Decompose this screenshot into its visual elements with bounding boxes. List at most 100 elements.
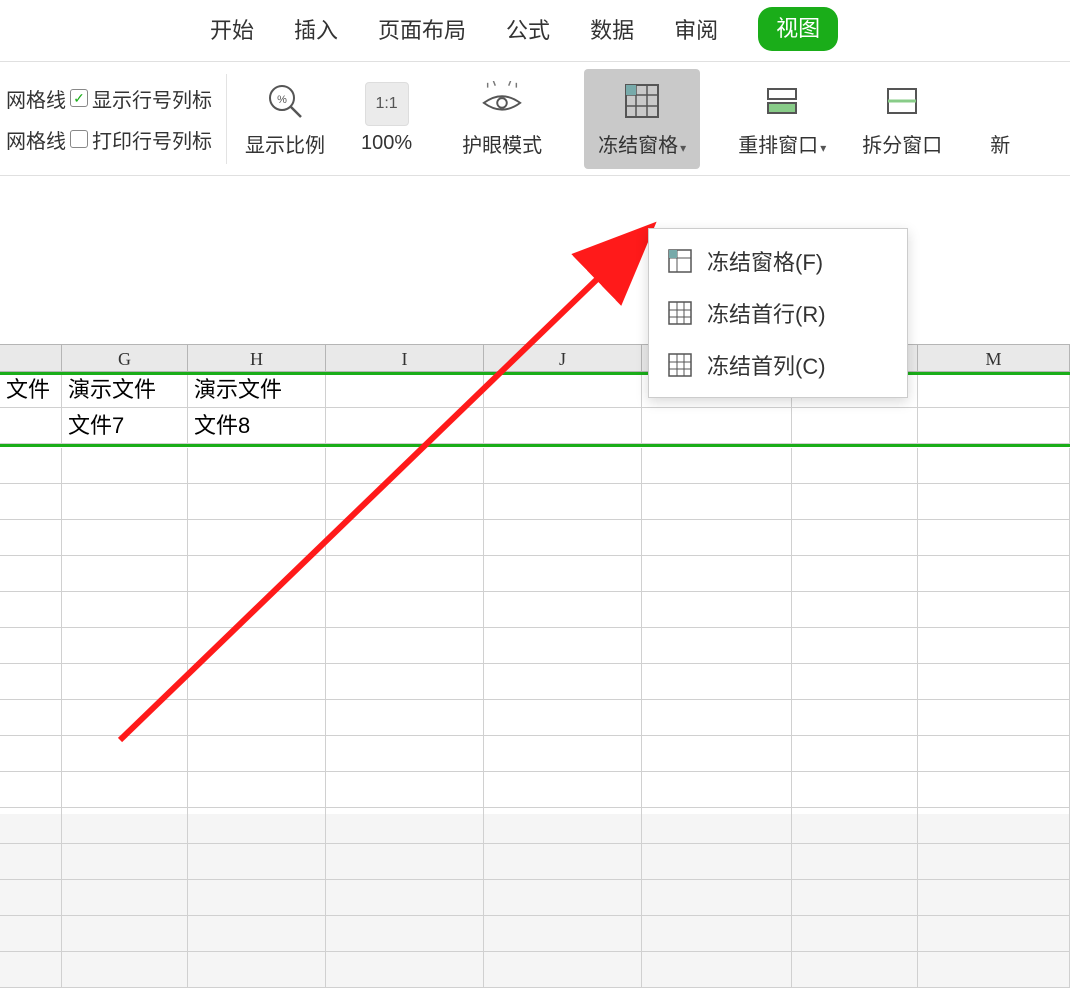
empty-cell[interactable]	[188, 736, 326, 772]
empty-cell[interactable]	[188, 844, 326, 880]
empty-cell[interactable]	[792, 916, 918, 952]
empty-cell[interactable]	[62, 664, 188, 700]
empty-cell[interactable]	[642, 484, 792, 520]
empty-cell[interactable]	[188, 808, 326, 844]
empty-cell[interactable]	[188, 592, 326, 628]
empty-cell[interactable]	[0, 628, 62, 664]
col-header-m[interactable]: M	[918, 345, 1070, 371]
empty-cell[interactable]	[642, 592, 792, 628]
empty-cell[interactable]	[792, 556, 918, 592]
empty-cell[interactable]	[0, 664, 62, 700]
empty-cell[interactable]	[62, 844, 188, 880]
cell-h1[interactable]: 演示文件	[188, 372, 326, 408]
rearrange-window-button[interactable]: 重排窗口▾	[724, 69, 840, 169]
empty-cell[interactable]	[918, 808, 1070, 844]
empty-cell[interactable]	[188, 448, 326, 484]
tab-layout[interactable]: 页面布局	[378, 7, 466, 51]
empty-cell[interactable]	[792, 628, 918, 664]
cell-g1[interactable]: 演示文件	[62, 372, 188, 408]
empty-cell[interactable]	[642, 952, 792, 988]
empty-cell[interactable]	[62, 628, 188, 664]
empty-cell[interactable]	[62, 520, 188, 556]
split-window-button[interactable]: 拆分窗口	[848, 69, 956, 169]
empty-cell[interactable]	[62, 772, 188, 808]
empty-cell[interactable]	[0, 880, 62, 916]
empty-cell[interactable]	[326, 628, 484, 664]
empty-cell[interactable]	[918, 556, 1070, 592]
empty-cell[interactable]	[62, 880, 188, 916]
empty-cell[interactable]	[326, 448, 484, 484]
empty-cell[interactable]	[0, 772, 62, 808]
freeze-panes-button[interactable]: 冻结窗格▾	[584, 69, 700, 169]
empty-cell[interactable]	[188, 520, 326, 556]
empty-cell[interactable]	[918, 736, 1070, 772]
empty-cell[interactable]	[62, 448, 188, 484]
empty-cell[interactable]	[918, 772, 1070, 808]
cell-m1[interactable]	[918, 372, 1070, 408]
empty-cell[interactable]	[0, 952, 62, 988]
empty-cell[interactable]	[484, 448, 642, 484]
empty-cell[interactable]	[326, 736, 484, 772]
empty-cell[interactable]	[484, 592, 642, 628]
empty-cell[interactable]	[0, 484, 62, 520]
col-header-i[interactable]: I	[326, 345, 484, 371]
empty-cell[interactable]	[792, 520, 918, 556]
empty-cell[interactable]	[62, 556, 188, 592]
empty-cell[interactable]	[792, 664, 918, 700]
empty-cell[interactable]	[62, 808, 188, 844]
cell-g2[interactable]: 文件7	[62, 408, 188, 444]
empty-cell[interactable]	[918, 700, 1070, 736]
empty-cell[interactable]	[918, 844, 1070, 880]
cell-j1[interactable]	[484, 372, 642, 408]
empty-cell[interactable]	[642, 520, 792, 556]
empty-cell[interactable]	[918, 592, 1070, 628]
empty-cell[interactable]	[642, 736, 792, 772]
empty-cell[interactable]	[326, 772, 484, 808]
empty-cell[interactable]	[792, 808, 918, 844]
eye-mode-button[interactable]: 护眼模式	[448, 69, 556, 169]
empty-cell[interactable]	[188, 700, 326, 736]
empty-cell[interactable]	[326, 808, 484, 844]
col-header-f-partial[interactable]	[0, 345, 62, 371]
empty-cell[interactable]	[188, 664, 326, 700]
empty-cell[interactable]	[0, 592, 62, 628]
cell-h2[interactable]: 文件8	[188, 408, 326, 444]
col-header-j[interactable]: J	[484, 345, 642, 371]
empty-cell[interactable]	[326, 880, 484, 916]
empty-cell[interactable]	[918, 664, 1070, 700]
empty-cell[interactable]	[0, 520, 62, 556]
empty-cell[interactable]	[484, 484, 642, 520]
empty-cell[interactable]	[918, 880, 1070, 916]
empty-cell[interactable]	[188, 772, 326, 808]
empty-cell[interactable]	[642, 772, 792, 808]
empty-cell[interactable]	[642, 556, 792, 592]
empty-cell[interactable]	[326, 700, 484, 736]
empty-cell[interactable]	[62, 700, 188, 736]
empty-cell[interactable]	[0, 916, 62, 952]
empty-cell[interactable]	[484, 520, 642, 556]
empty-cell[interactable]	[484, 700, 642, 736]
empty-cell[interactable]	[484, 664, 642, 700]
checkbox-print-rowcol[interactable]	[70, 130, 88, 148]
dropdown-freeze-row[interactable]: 冻结首行(R)	[649, 287, 907, 339]
empty-cell[interactable]	[326, 556, 484, 592]
new-button-partial[interactable]: 新	[964, 69, 1022, 169]
empty-cell[interactable]	[188, 916, 326, 952]
empty-cell[interactable]	[642, 844, 792, 880]
empty-cell[interactable]	[918, 484, 1070, 520]
empty-cell[interactable]	[642, 628, 792, 664]
empty-cell[interactable]	[642, 880, 792, 916]
empty-cell[interactable]	[918, 448, 1070, 484]
cell-i2[interactable]	[326, 408, 484, 444]
empty-cell[interactable]	[918, 628, 1070, 664]
col-header-g[interactable]: G	[62, 345, 188, 371]
tab-start[interactable]: 开始	[210, 7, 254, 51]
empty-cell[interactable]	[0, 700, 62, 736]
cell-f2[interactable]	[0, 408, 62, 444]
empty-cell[interactable]	[188, 628, 326, 664]
empty-cell[interactable]	[0, 844, 62, 880]
col-header-h[interactable]: H	[188, 345, 326, 371]
empty-cell[interactable]	[484, 556, 642, 592]
empty-cell[interactable]	[0, 808, 62, 844]
empty-cell[interactable]	[918, 916, 1070, 952]
